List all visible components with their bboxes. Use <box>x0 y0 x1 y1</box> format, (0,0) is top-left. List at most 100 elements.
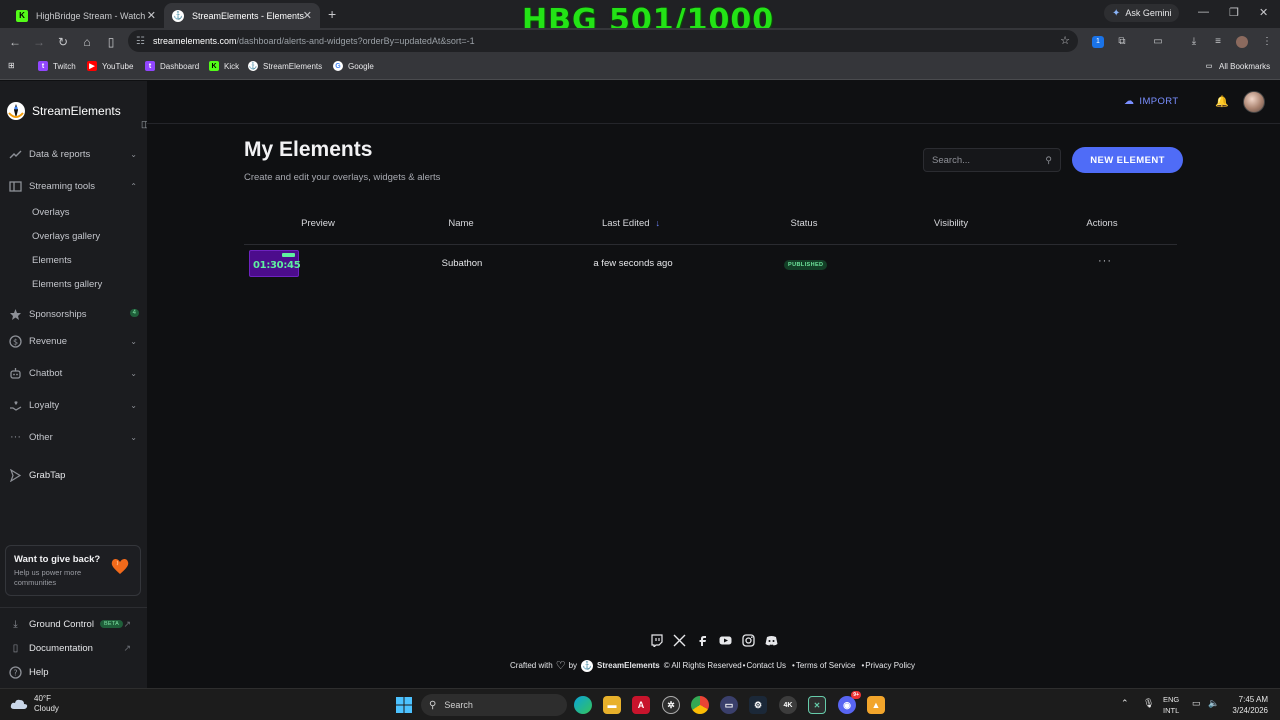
footer-contact-link[interactable]: Contact Us <box>746 661 786 670</box>
reload-icon[interactable]: ↻ <box>56 35 70 49</box>
sidebar-item-data-reports[interactable]: Data & reports ⌄ <box>9 146 139 162</box>
sidebar-item-help[interactable]: ? Help <box>9 664 139 680</box>
weather-temp: 40°F <box>34 694 51 703</box>
sidebar-subitem-overlays-gallery[interactable]: Overlays gallery <box>32 231 100 242</box>
sidebar-subitem-elements-gallery[interactable]: Elements gallery <box>32 279 102 290</box>
import-label: IMPORT <box>1139 96 1179 107</box>
brand-logo[interactable]: StreamElements <box>6 101 121 121</box>
ask-gemini-button[interactable]: ✦ Ask Gemini <box>1104 4 1180 22</box>
new-tab-button[interactable]: + <box>328 6 336 22</box>
youtube-icon[interactable] <box>719 634 732 647</box>
bookmark-kick[interactable]: K Kick <box>209 61 239 71</box>
network-icon[interactable]: ▭ <box>1192 698 1201 709</box>
extension-badge-icon[interactable]: 1 <box>1092 36 1104 48</box>
sidebar-subitem-elements[interactable]: Elements <box>32 255 72 266</box>
chatgpt-icon[interactable]: ✲ <box>662 696 680 714</box>
facebook-icon[interactable] <box>696 634 709 647</box>
user-avatar[interactable] <box>1243 91 1265 113</box>
sidebar-item-chatbot[interactable]: Chatbot ⌄ <box>9 365 139 381</box>
profile-avatar-icon[interactable] <box>1236 36 1248 48</box>
svg-text:?: ? <box>13 668 17 677</box>
column-header-name[interactable]: Name <box>448 218 473 229</box>
sidebar-item-grabtap[interactable]: GrabTap <box>9 467 139 483</box>
tab-highbridge[interactable]: K HighBridge Stream - Watch Live ✕ <box>8 3 164 28</box>
sidebar: StreamElements ◫ Data & reports ⌄ Stream… <box>0 81 150 688</box>
address-bar[interactable]: ☷ streamelements.com/dashboard/alerts-an… <box>128 30 1078 52</box>
footer-brand[interactable]: ⚓ StreamElements <box>581 659 660 672</box>
windows-start-icon[interactable] <box>396 697 412 713</box>
close-tab-icon[interactable]: ✕ <box>303 9 312 22</box>
discord-icon[interactable]: ◉ 9+ <box>838 691 861 714</box>
twitch-icon[interactable] <box>650 634 663 647</box>
discord-icon[interactable] <box>765 634 778 647</box>
sidepanel-icon[interactable]: ▯ <box>104 35 118 49</box>
bookmark-google[interactable]: G Google <box>333 61 374 71</box>
give-back-card[interactable]: Want to give back? Help us power more co… <box>5 545 141 596</box>
footer-privacy-link[interactable]: Privacy Policy <box>865 661 915 670</box>
element-name[interactable]: Subathon <box>442 258 483 269</box>
thumbnail-badge <box>282 253 295 257</box>
weather-widget[interactable]: 40°F Cloudy <box>10 694 59 714</box>
system-clock[interactable]: 7:45 AM 3/24/2026 <box>1224 694 1268 716</box>
site-info-icon[interactable]: ☷ <box>136 36 145 47</box>
sidebar-item-loyalty[interactable]: Loyalty ⌄ <box>9 397 139 413</box>
footer-terms-link[interactable]: Terms of Service <box>796 661 856 670</box>
sidebar-item-other[interactable]: ··· Other ⌄ <box>9 429 139 445</box>
import-button[interactable]: ☁ IMPORT <box>1124 96 1179 107</box>
xbox-icon[interactable]: ✕ <box>808 696 826 714</box>
language-indicator[interactable]: ENG INTL <box>1163 694 1179 716</box>
volume-icon[interactable]: 🔈 <box>1208 698 1219 709</box>
app-flame-icon[interactable]: ▲ <box>867 696 885 714</box>
sidebar-subitem-overlays[interactable]: Overlays <box>32 207 69 218</box>
bookmark-star-icon[interactable]: ☆ <box>1060 34 1070 47</box>
bookmark-youtube[interactable]: ▶ YouTube <box>87 61 133 71</box>
chrome-icon[interactable] <box>691 696 709 714</box>
bookmark-twitch[interactable]: t Twitch <box>38 61 76 71</box>
element-preview-thumbnail[interactable]: 01:30:45 <box>249 250 301 277</box>
apps-icon[interactable]: ⊞ <box>8 61 15 70</box>
new-element-button[interactable]: NEW ELEMENT <box>1072 147 1183 173</box>
cast-icon[interactable]: ▭ <box>1152 36 1164 48</box>
steam-icon[interactable]: ⚙ <box>749 696 767 714</box>
all-bookmarks[interactable]: ▭ All Bookmarks <box>1204 61 1270 71</box>
tray-overflow-icon[interactable]: ⌃ <box>1121 698 1129 709</box>
notifications-bell-icon[interactable]: 🔔 <box>1215 95 1229 108</box>
app-a-icon[interactable]: A <box>632 696 650 714</box>
sidebar-item-streaming-tools[interactable]: Streaming tools ⌃ <box>9 178 139 194</box>
taskbar-search[interactable]: ⚲ Search <box>421 694 567 716</box>
microphone-icon[interactable]: 🎙 <box>1143 698 1154 709</box>
edge-icon[interactable] <box>574 696 592 714</box>
close-tab-icon[interactable]: ✕ <box>147 9 156 22</box>
bookmark-streamelements[interactable]: ⚓ StreamElements <box>248 61 322 71</box>
file-explorer-icon[interactable]: ▬ <box>603 696 621 714</box>
sidebar-item-sponsorships[interactable]: Sponsorships 4 <box>9 306 139 322</box>
column-header-last-edited[interactable]: Last Edited ↓ <box>602 218 660 229</box>
back-icon[interactable]: ← <box>8 35 22 49</box>
search-icon: ⚲ <box>1045 155 1052 165</box>
instagram-icon[interactable] <box>742 634 755 647</box>
4k-app-icon[interactable]: 4K <box>779 696 797 714</box>
twitch-icon: t <box>38 61 48 71</box>
bookmark-dashboard[interactable]: t Dashboard <box>145 61 199 71</box>
download-icon[interactable]: ⤓ <box>1188 36 1200 48</box>
x-twitter-icon[interactable] <box>673 634 686 647</box>
reading-list-icon[interactable]: ≡ <box>1212 36 1224 48</box>
menu-icon[interactable]: ⋮ <box>1261 36 1273 48</box>
app-circle-icon[interactable]: ▭ <box>720 696 738 714</box>
close-window-button[interactable]: ✕ <box>1259 6 1268 19</box>
status-badge: PUBLISHED <box>784 260 828 270</box>
search-input[interactable]: Search... ⚲ <box>923 148 1061 172</box>
sidebar-item-ground-control[interactable]: ⤓ Ground Control BETA ↗ <box>9 616 139 632</box>
document-icon: ▯ <box>12 642 19 654</box>
forward-icon[interactable]: → <box>32 35 46 49</box>
all-bookmarks-label: All Bookmarks <box>1219 61 1271 71</box>
tab-streamelements[interactable]: ⚓ StreamElements - Elements ✕ <box>164 3 320 28</box>
sidebar-item-revenue[interactable]: $ Revenue ⌄ <box>9 333 139 349</box>
main-content: ☁ IMPORT 🔔 My Elements Create and edit y… <box>147 81 1280 688</box>
home-icon[interactable]: ⌂ <box>80 35 94 49</box>
sidebar-item-documentation[interactable]: ▯ Documentation ↗ <box>9 640 139 656</box>
minimize-button[interactable]: — <box>1198 6 1209 18</box>
row-actions-menu[interactable]: ··· <box>1098 255 1112 267</box>
maximize-button[interactable]: ❐ <box>1229 6 1239 19</box>
extensions-icon[interactable]: ⧉ <box>1116 36 1128 48</box>
